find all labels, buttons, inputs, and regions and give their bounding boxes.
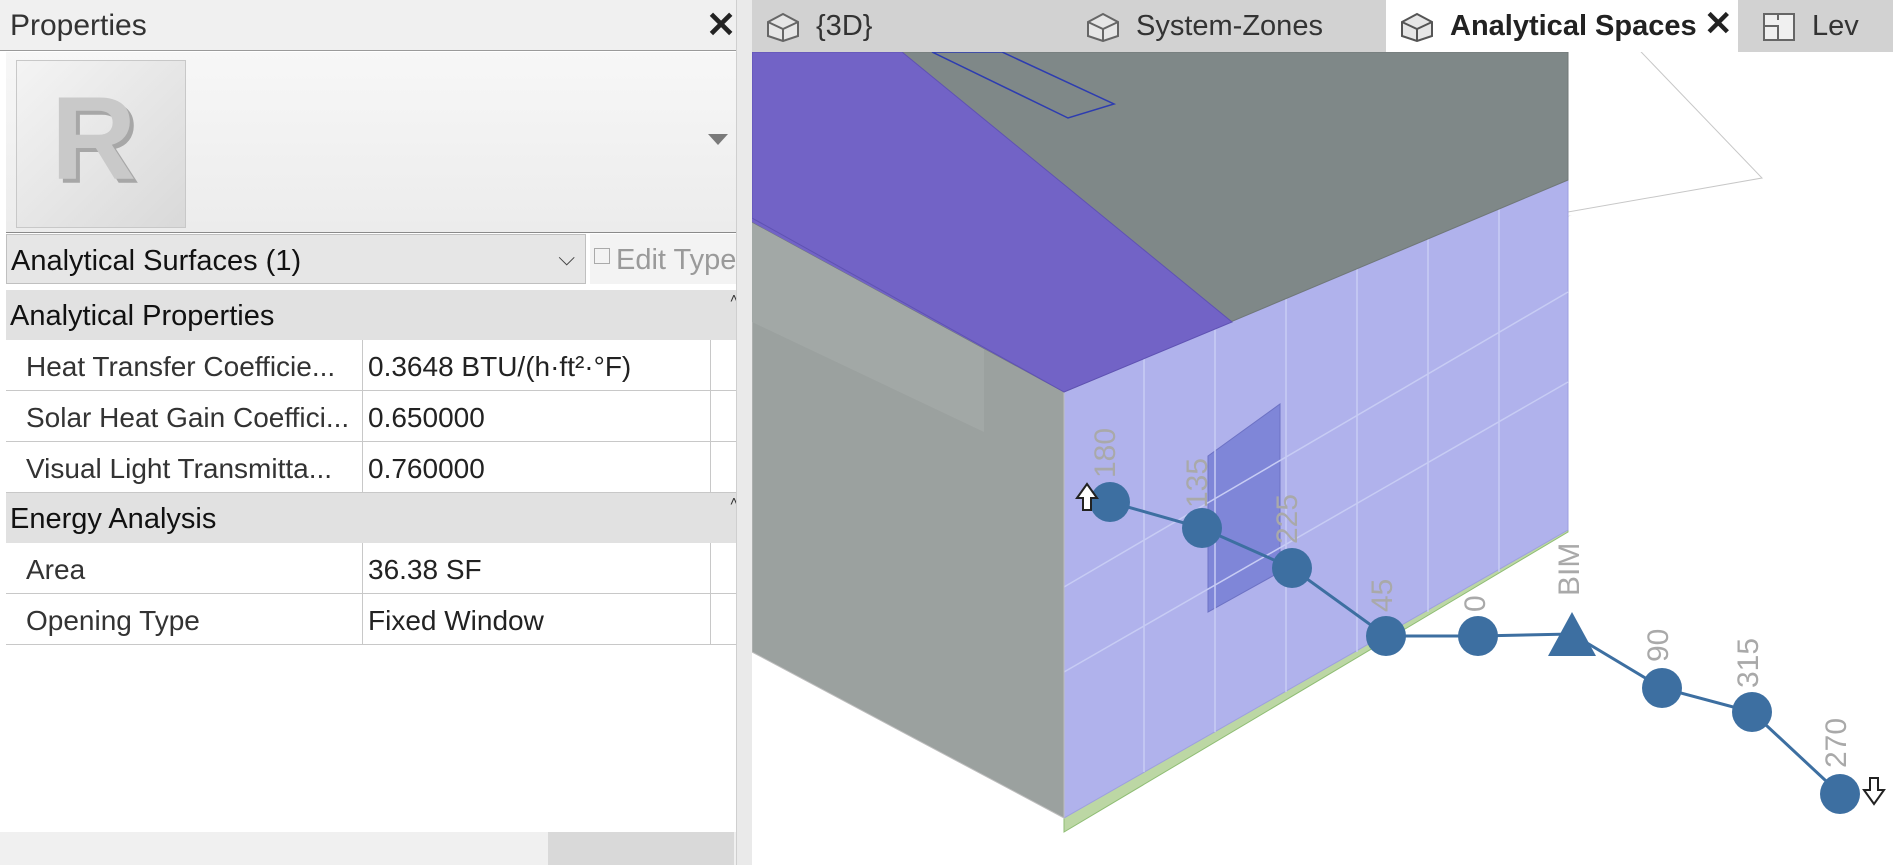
- svg-text:R: R: [51, 73, 136, 205]
- property-row[interactable]: Opening Type Fixed Window: [6, 594, 744, 645]
- tab-system-zones[interactable]: System-Zones: [1072, 0, 1392, 52]
- property-name: Visual Light Transmitta...: [26, 453, 333, 484]
- tab-label: {3D}: [816, 10, 873, 42]
- properties-titlebar: Properties ✕: [0, 0, 746, 51]
- properties-title: Properties: [10, 9, 147, 42]
- tab-label: Analytical Spaces: [1450, 10, 1697, 42]
- 3d-view-icon: [767, 12, 799, 42]
- property-value-cell[interactable]: 36.38 SF: [364, 543, 711, 593]
- property-name: Opening Type: [26, 605, 200, 636]
- property-name: Area: [26, 554, 86, 585]
- element-filter-dropdown[interactable]: Analytical Surfaces (1) ⌵: [6, 234, 586, 284]
- property-row[interactable]: Area 36.38 SF: [6, 543, 744, 594]
- type-dropdown-arrow-icon[interactable]: [708, 134, 728, 145]
- property-name-cell: Heat Transfer Coefficie...: [6, 340, 363, 390]
- close-icon[interactable]: ✕: [706, 4, 736, 46]
- group-analytical-properties[interactable]: Analytical Properties ˄: [6, 290, 744, 340]
- properties-palette: Properties ✕ R R Analytical Surfaces (1)…: [0, 0, 746, 865]
- edit-type-button[interactable]: Edit Type: [590, 234, 744, 284]
- view-tab-bar: {3D} System-Zones Analytical Spaces ✕ Le…: [752, 0, 1893, 52]
- floor-plan-icon: [1763, 13, 1795, 41]
- property-value: 0.760000: [368, 453, 485, 484]
- properties-bottom-bar: [0, 832, 746, 865]
- property-value-cell[interactable]: 0.650000: [364, 391, 711, 441]
- group-label: Analytical Properties: [10, 300, 275, 332]
- property-row[interactable]: Visual Light Transmitta... 0.760000: [6, 442, 744, 493]
- edit-type-icon: [594, 248, 610, 264]
- property-value-cell[interactable]: 0.3648 BTU/(h·ft²·°F): [364, 340, 711, 390]
- type-selector[interactable]: R R: [6, 52, 744, 233]
- property-name-cell: Area: [6, 543, 363, 593]
- property-value: 36.38 SF: [368, 554, 482, 585]
- property-value: 0.3648 BTU/(h·ft²·°F): [368, 351, 632, 382]
- 3d-view-icon: [1401, 12, 1433, 42]
- tab-3d[interactable]: {3D}: [752, 0, 1092, 52]
- 3d-model-canvas[interactable]: [752, 52, 1893, 865]
- 3d-view-icon: [1087, 12, 1119, 42]
- revit-logo-icon: R R: [16, 60, 186, 228]
- property-name-cell: Opening Type: [6, 594, 363, 644]
- group-energy-analysis[interactable]: Energy Analysis ˄: [6, 493, 744, 543]
- filter-row: Analytical Surfaces (1) ⌵ Edit Type: [6, 234, 744, 284]
- chevron-down-icon[interactable]: ⌵: [558, 245, 575, 271]
- apply-button[interactable]: [548, 832, 734, 865]
- close-tab-icon[interactable]: ✕: [1704, 4, 1733, 44]
- property-row[interactable]: Solar Heat Gain Coeffici... 0.650000: [6, 391, 744, 442]
- property-name-cell: Solar Heat Gain Coeffici...: [6, 391, 363, 441]
- group-label: Energy Analysis: [10, 503, 217, 535]
- 3d-viewport[interactable]: 180 135 225 45 0 BIM 90 315 270: [752, 52, 1893, 865]
- tab-level[interactable]: Lev: [1748, 0, 1893, 52]
- property-name-cell: Visual Light Transmitta...: [6, 442, 363, 492]
- element-filter-label: Analytical Surfaces (1): [11, 245, 302, 277]
- edit-type-label: Edit Type: [616, 244, 737, 276]
- property-value: Fixed Window: [368, 605, 544, 636]
- property-value-cell[interactable]: Fixed Window: [364, 594, 711, 644]
- tab-label: Lev: [1812, 10, 1859, 42]
- property-value-cell[interactable]: 0.760000: [364, 442, 711, 492]
- tab-analytical-spaces[interactable]: Analytical Spaces ✕: [1386, 0, 1738, 52]
- property-name: Solar Heat Gain Coeffici...: [26, 402, 350, 433]
- tab-label: System-Zones: [1136, 10, 1323, 42]
- property-value: 0.650000: [368, 402, 485, 433]
- property-row[interactable]: Heat Transfer Coefficie... 0.3648 BTU/(h…: [6, 340, 744, 391]
- property-name: Heat Transfer Coefficie...: [26, 351, 336, 382]
